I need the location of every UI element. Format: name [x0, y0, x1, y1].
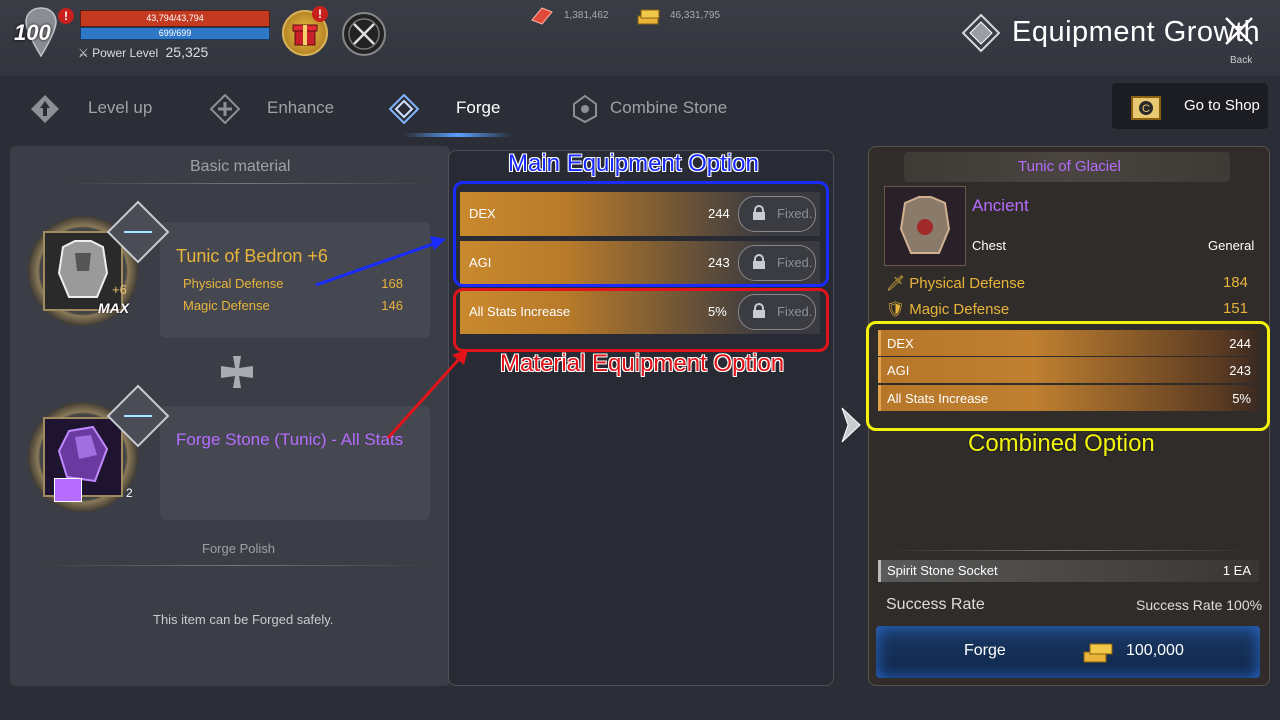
dagger-icon: 🗡	[886, 275, 906, 292]
result-item-name: Tunic of Glaciel	[1018, 158, 1121, 175]
chevron-right-icon	[841, 407, 861, 443]
socket-label: Spirit Stone Socket	[887, 563, 998, 578]
stat-label: Magic Defense	[909, 301, 1010, 318]
result-slot-type: Chest	[972, 238, 1006, 253]
stat-value: 184	[1222, 274, 1248, 291]
result-item-slot[interactable]	[884, 186, 966, 266]
result-grade: Ancient	[972, 196, 1029, 215]
result-stat-magic: 🛡 Magic Defense 151	[886, 300, 1248, 318]
stat-value: 151	[1222, 300, 1248, 317]
result-stat-physical: 🗡 Physical Defense 184	[886, 274, 1248, 292]
combined-option-highlight	[866, 321, 1270, 431]
red-arrow-line	[386, 356, 462, 440]
result-category: General	[1208, 238, 1255, 253]
blue-arrow-line	[315, 241, 437, 287]
gold-coins-icon	[1083, 643, 1113, 663]
blue-arrow-head-icon	[430, 236, 446, 250]
ancient-armor-icon	[899, 196, 951, 254]
forge-cost: 100,000	[1126, 642, 1184, 659]
socket-value: 1 EA	[1222, 563, 1251, 578]
forge-button[interactable]: Forge 100,000	[876, 626, 1260, 678]
shield-icon: 🛡	[886, 301, 906, 318]
success-rate-value: Success Rate 100%	[1136, 597, 1263, 613]
combined-option-annotation: Combined Option	[968, 430, 1155, 457]
stat-label: Physical Defense	[909, 275, 1026, 292]
success-rate-label: Success Rate	[886, 596, 985, 613]
spirit-stone-socket-row: Spirit Stone Socket 1 EA	[878, 560, 1259, 582]
divider	[880, 550, 1256, 551]
forge-button-label: Forge	[964, 642, 1006, 659]
